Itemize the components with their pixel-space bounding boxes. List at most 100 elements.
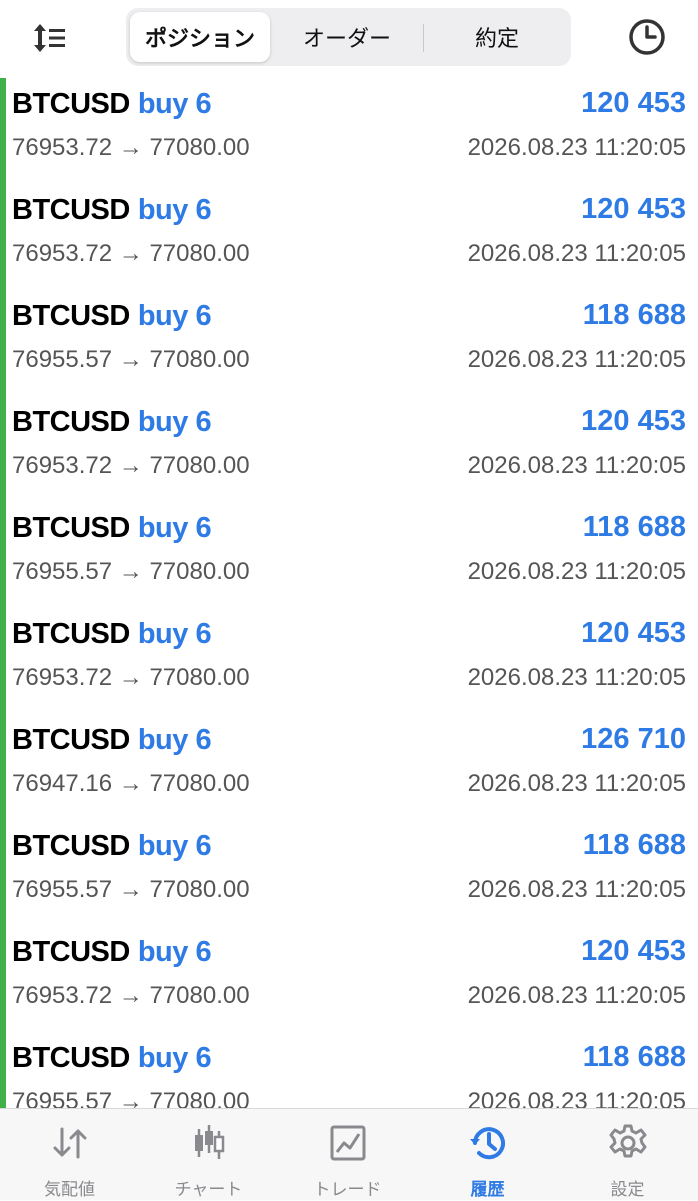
arrow-right-icon: → xyxy=(118,346,143,373)
deal-side-volume: buy 6 xyxy=(137,194,212,226)
deal-symbol: BTCUSD xyxy=(12,194,130,226)
sort-button[interactable] xyxy=(28,18,72,58)
deal-prices: 76947.16 → 77080.00 xyxy=(12,770,250,798)
deal-profit: 120 453 xyxy=(581,617,686,649)
deal-prices: 76955.57 → 77080.00 xyxy=(12,876,250,904)
deal-symbol: BTCUSD xyxy=(12,618,130,650)
tabbar-label: 履歴 xyxy=(470,1180,505,1200)
deal-symbol: BTCUSD xyxy=(12,724,130,756)
deal-row[interactable]: BTCUSD buy 6 118 688 76955.57 → 77080.00 202… xyxy=(0,820,698,926)
trade-line-chart-icon xyxy=(330,1125,365,1161)
deal-side-volume: buy 6 xyxy=(137,724,212,756)
deal-profit: 118 688 xyxy=(582,1041,686,1073)
history-icon xyxy=(469,1127,505,1160)
deals-list[interactable]: BTCUSD buy 6 120 453 76953.72 → 77080.00 202… xyxy=(0,78,698,1108)
period-button[interactable] xyxy=(624,14,670,60)
deal-symbol-line: BTCUSD buy 6 xyxy=(12,936,212,969)
tab-positions[interactable]: ポジション xyxy=(130,12,270,62)
deal-row[interactable]: BTCUSD buy 6 118 688 76955.57 → 77080.00 202… xyxy=(0,1032,698,1108)
deal-prices: 76953.72 → 77080.00 xyxy=(12,452,250,480)
deal-open-price: 76953.72 xyxy=(12,452,113,479)
deal-row[interactable]: BTCUSD buy 6 120 453 76953.72 → 77080.00 202… xyxy=(0,184,698,290)
tabbar-item-settings[interactable]: 設定 xyxy=(558,1109,697,1201)
tabbar-item-history[interactable]: 履歴 xyxy=(418,1109,557,1201)
deal-time: 2026.08.23 11:20:05 xyxy=(467,346,686,373)
deal-close-price: 77080.00 xyxy=(149,558,250,585)
deal-symbol-line: BTCUSD buy 6 xyxy=(12,1042,212,1075)
deal-time: 2026.08.23 11:20:05 xyxy=(467,664,686,691)
deal-row[interactable]: BTCUSD buy 6 120 453 76953.72 → 77080.00 202… xyxy=(0,608,698,714)
deal-profit: 120 453 xyxy=(581,935,686,967)
deal-prices: 76953.72 → 77080.00 xyxy=(12,240,250,268)
deal-open-price: 76953.72 xyxy=(12,664,113,691)
arrow-right-icon: → xyxy=(118,664,143,691)
deal-close-price: 77080.00 xyxy=(149,1088,250,1108)
deal-close-price: 77080.00 xyxy=(149,982,250,1009)
deal-row[interactable]: BTCUSD buy 6 120 453 76953.72 → 77080.00 202… xyxy=(0,926,698,1032)
deal-close-price: 77080.00 xyxy=(149,452,250,479)
deal-row[interactable]: BTCUSD buy 6 118 688 76955.57 → 77080.00 202… xyxy=(0,290,698,396)
deal-open-price: 76955.57 xyxy=(12,876,113,903)
deal-close-price: 77080.00 xyxy=(149,346,250,373)
deal-open-price: 76955.57 xyxy=(12,346,113,373)
deal-profit: 120 453 xyxy=(581,193,686,225)
deal-close-price: 77080.00 xyxy=(149,876,250,903)
deal-time: 2026.08.23 11:20:05 xyxy=(467,876,686,903)
deal-symbol: BTCUSD xyxy=(12,830,130,862)
tabbar-item-chart[interactable]: チャート xyxy=(139,1109,278,1201)
deal-open-price: 76953.72 xyxy=(12,240,113,267)
tabbar-label: 気配値 xyxy=(44,1180,95,1200)
clock-icon xyxy=(629,19,665,55)
deal-profit: 126 710 xyxy=(581,723,686,755)
deal-prices: 76955.57 → 77080.00 xyxy=(12,558,250,586)
history-segmented-control: ポジション オーダー 約定 xyxy=(126,8,571,66)
deal-profit: 118 688 xyxy=(582,299,686,331)
candlestick-chart-icon xyxy=(194,1125,224,1159)
deal-row[interactable]: BTCUSD buy 6 126 710 76947.16 → 77080.00 202… xyxy=(0,714,698,820)
deal-close-price: 77080.00 xyxy=(149,240,250,267)
sort-arrows-icon xyxy=(34,24,65,52)
deal-prices: 76953.72 → 77080.00 xyxy=(12,664,250,692)
tabbar-label: 設定 xyxy=(610,1180,645,1200)
deal-open-price: 76955.57 xyxy=(12,1088,113,1108)
tab-orders[interactable]: オーダー xyxy=(276,12,418,62)
deal-symbol-line: BTCUSD buy 6 xyxy=(12,300,212,333)
deal-prices: 76953.72 → 77080.00 xyxy=(12,134,250,162)
deal-profit: 118 688 xyxy=(582,829,686,861)
deal-row[interactable]: BTCUSD buy 6 120 453 76953.72 → 77080.00 202… xyxy=(0,78,698,184)
deal-prices: 76955.57 → 77080.00 xyxy=(12,1088,250,1108)
tabbar-item-quotes[interactable]: 気配値 xyxy=(0,1109,139,1201)
deal-symbol-line: BTCUSD buy 6 xyxy=(12,830,212,863)
arrow-right-icon: → xyxy=(118,240,143,267)
arrow-right-icon: → xyxy=(118,982,143,1009)
deal-row[interactable]: BTCUSD buy 6 118 688 76955.57 → 77080.00 202… xyxy=(0,502,698,608)
deal-symbol: BTCUSD xyxy=(12,512,130,544)
arrow-right-icon: → xyxy=(118,452,143,479)
deal-close-price: 77080.00 xyxy=(149,134,250,161)
deal-symbol: BTCUSD xyxy=(12,88,130,120)
deal-symbol-line: BTCUSD buy 6 xyxy=(12,406,212,439)
deal-symbol: BTCUSD xyxy=(12,936,130,968)
deal-open-price: 76953.72 xyxy=(12,134,113,161)
deal-open-price: 76947.16 xyxy=(12,770,113,797)
top-bar: ポジション オーダー 約定 xyxy=(0,0,698,78)
deal-side-volume: buy 6 xyxy=(137,936,212,968)
arrow-right-icon: → xyxy=(118,558,143,585)
deal-profit: 120 453 xyxy=(581,405,686,437)
gear-icon xyxy=(609,1124,646,1158)
deal-prices: 76953.72 → 77080.00 xyxy=(12,982,250,1010)
deal-open-price: 76953.72 xyxy=(12,982,113,1009)
arrow-right-icon: → xyxy=(118,876,143,903)
deal-time: 2026.08.23 11:20:05 xyxy=(467,240,686,267)
tabbar-item-trade[interactable]: トレード xyxy=(278,1109,417,1201)
arrow-right-icon: → xyxy=(118,1088,143,1108)
tab-deals[interactable]: 約定 xyxy=(426,12,568,62)
deal-time: 2026.08.23 11:20:05 xyxy=(467,452,686,479)
deal-symbol-line: BTCUSD buy 6 xyxy=(12,618,212,651)
tabbar-label: トレード xyxy=(313,1180,382,1200)
deal-side-volume: buy 6 xyxy=(137,300,212,332)
deal-symbol-line: BTCUSD buy 6 xyxy=(12,724,212,757)
deal-row[interactable]: BTCUSD buy 6 120 453 76953.72 → 77080.00 202… xyxy=(0,396,698,502)
tabbar-label: チャート xyxy=(174,1180,243,1200)
deal-side-volume: buy 6 xyxy=(137,618,212,650)
